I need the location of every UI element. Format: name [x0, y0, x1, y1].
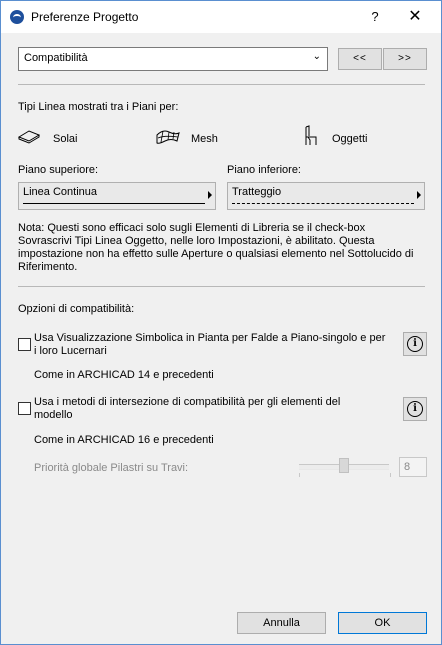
upper-floor-linetype-button[interactable]: Linea Continua — [18, 182, 216, 210]
compat-heading: Opzioni di compatibilità: — [18, 303, 135, 315]
preferences-dialog: Preferenze Progetto ? ✕ Compatibilità ⌄ … — [0, 0, 442, 645]
chair-icon — [302, 125, 322, 147]
info-icon: i — [407, 336, 423, 352]
help-button[interactable]: ? — [363, 7, 387, 27]
window-title: Preferenze Progetto — [31, 10, 139, 24]
linetype-note: Nota: Questi sono efficaci solo sugli El… — [18, 222, 414, 273]
divider — [18, 84, 425, 85]
info-icon: i — [407, 401, 423, 417]
lower-floor-label: Piano inferiore: — [227, 164, 301, 176]
lower-floor-linetype-button[interactable]: Tratteggio — [227, 182, 425, 210]
arrow-right-icon — [208, 191, 212, 199]
arrow-right-icon — [417, 191, 421, 199]
priority-value-field[interactable]: 8 — [399, 457, 427, 477]
category-dropdown[interactable]: Compatibilità ⌄ — [18, 47, 328, 71]
cancel-button[interactable]: Annulla — [237, 612, 326, 634]
upper-floor-label: Piano superiore: — [18, 164, 99, 176]
type-mesh-label: Mesh — [191, 133, 218, 145]
chevron-down-icon: ⌄ — [312, 51, 321, 62]
close-button[interactable]: ✕ — [401, 7, 429, 27]
upper-floor-linetype-value: Linea Continua — [23, 186, 98, 198]
slab-icon — [17, 129, 41, 145]
previous-page-button[interactable]: << — [338, 48, 382, 70]
linetypes-heading: Tipi Linea mostrati tra i Piani per: — [18, 101, 179, 113]
priority-label: Priorità globale Pilastri su Travi: — [34, 462, 189, 474]
dashed-line-preview — [232, 203, 414, 204]
priority-value: 8 — [404, 461, 411, 473]
info-button[interactable]: i — [403, 397, 427, 421]
archicad-logo-icon — [10, 10, 24, 24]
lower-floor-linetype-value: Tratteggio — [232, 186, 282, 198]
intersection-compat-label[interactable]: Usa i metodi di intersezione di compatib… — [34, 396, 374, 422]
ok-button[interactable]: OK — [338, 612, 427, 634]
next-page-button[interactable]: >> — [383, 48, 427, 70]
category-dropdown-value: Compatibilità — [24, 52, 88, 64]
priority-slider-ticks — [299, 473, 391, 477]
priority-slider-thumb[interactable] — [339, 458, 349, 473]
symbolic-display-checkbox[interactable] — [18, 338, 31, 351]
symbolic-display-note: Come in ARCHICAD 14 e precedenti — [34, 369, 214, 381]
intersection-compat-checkbox[interactable] — [18, 402, 31, 415]
symbolic-display-label[interactable]: Usa Visualizzazione Simbolica in Pianta … — [34, 332, 389, 358]
divider — [18, 286, 425, 287]
type-objects-label: Oggetti — [332, 133, 368, 145]
title-bar: Preferenze Progetto ? ✕ — [1, 1, 441, 33]
type-slabs-label: Solai — [53, 133, 78, 145]
solid-line-preview — [23, 203, 205, 204]
info-button[interactable]: i — [403, 332, 427, 356]
intersection-compat-note: Come in ARCHICAD 16 e precedenti — [34, 434, 214, 446]
mesh-icon — [155, 127, 181, 145]
